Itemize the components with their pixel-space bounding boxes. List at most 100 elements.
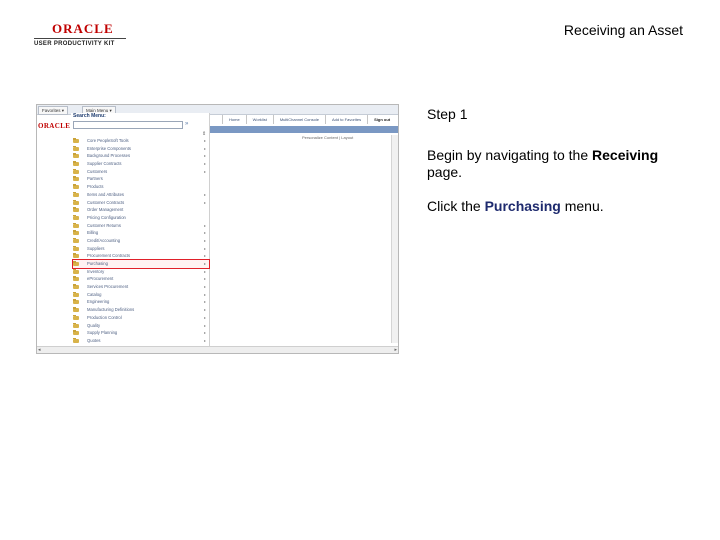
nav-worklist[interactable]: Worklist (245, 115, 273, 124)
folder-icon (73, 138, 79, 143)
menu-item[interactable]: Core PeopleSoft Tools ▸ (73, 137, 209, 145)
menu-search-input[interactable] (73, 121, 183, 129)
submenu-arrow-icon: ▸ (204, 330, 207, 336)
nav-sign-out[interactable]: Sign out (367, 115, 396, 124)
folder-icon (73, 330, 79, 336)
menu-item[interactable]: Supply Planning ▸ (73, 329, 209, 337)
menu-item[interactable]: Products (73, 183, 209, 191)
folder-icon (73, 199, 79, 205)
menu-item[interactable]: Supplier Contracts ▸ (73, 160, 209, 168)
menu-item[interactable]: Background Processes ▸ (73, 152, 209, 160)
slide-title: Receiving an Asset (563, 22, 683, 38)
instruction-text: menu. (560, 198, 604, 214)
folder-icon (73, 337, 79, 343)
menu-item-label: Customer Contracts (87, 199, 125, 205)
menu-item[interactable]: Credit/Accounting ▸ (73, 237, 209, 245)
menu-item[interactable]: Customer Contracts ▸ (73, 199, 209, 207)
folder-icon (73, 291, 79, 297)
screenshot-brand: ORACLE (38, 122, 71, 130)
menu-item[interactable]: Billing ▸ (73, 229, 209, 237)
menu-item-label: Billing (87, 230, 99, 236)
submenu-arrow-icon: ▸ (204, 237, 207, 243)
folder-icon (73, 230, 79, 236)
instruction-paragraph-1: Begin by navigating to the Receiving pag… (427, 147, 697, 181)
submenu-arrow-icon: ▸ (204, 314, 207, 320)
menu-item[interactable]: eProcurement ▸ (73, 275, 209, 283)
folder-icon (73, 284, 79, 290)
menu-item[interactable]: Manufacturing Definitions ▸ (73, 306, 209, 314)
menu-item[interactable]: Procurement Contracts ▸ (73, 252, 209, 260)
submenu-arrow-icon: ▸ (204, 245, 207, 251)
menu-item[interactable]: Partners (73, 175, 209, 183)
scroll-right-icon[interactable]: ▸ (394, 347, 397, 353)
logo-divider (34, 38, 126, 39)
menu-item[interactable]: Customers ▸ (73, 168, 209, 176)
submenu-arrow-icon: ▸ (204, 145, 207, 151)
instruction-paragraph-2: Click the Purchasing menu. (427, 198, 697, 215)
submenu-arrow-icon: ▸ (204, 276, 207, 282)
menu-item-label: Production Control (87, 314, 122, 320)
step-label: Step 1 (427, 106, 468, 122)
menu-item-label: Customers (87, 168, 108, 174)
menu-item[interactable]: Quotes ▸ (73, 337, 209, 345)
screenshot-nav-links: Home Worklist MultiChannel Console Add t… (222, 115, 396, 124)
vertical-scrollbar[interactable] (391, 135, 398, 343)
menu-item-label: Background Processes (87, 153, 131, 159)
menu-item[interactable]: Engineering ▸ (73, 298, 209, 306)
menu-item[interactable]: Catalog ▸ (73, 291, 209, 299)
submenu-arrow-icon: ▸ (204, 138, 207, 143)
submenu-arrow-icon: ▸ (204, 253, 207, 259)
nav-home[interactable]: Home (222, 115, 246, 124)
menu-item[interactable]: Customer Returns ▸ (73, 222, 209, 230)
menu-item[interactable]: Suppliers ▸ (73, 245, 209, 253)
menu-item[interactable]: Order Management (73, 206, 209, 214)
menu-item-label: Suppliers (87, 245, 105, 251)
folder-icon (73, 168, 79, 174)
nav-multichannel[interactable]: MultiChannel Console (272, 115, 325, 124)
menu-item-label: Partners (87, 176, 103, 182)
nav-add-favorites[interactable]: Add to Favorites (324, 115, 367, 124)
menu-item-label: Purchasing (87, 261, 108, 266)
instruction-text: Begin by navigating to the (427, 147, 593, 163)
submenu-arrow-icon: ▸ (204, 307, 207, 313)
submenu-arrow-icon: ▸ (204, 291, 207, 297)
folder-icon (73, 276, 79, 282)
menu-item-label: Supply Planning (87, 330, 118, 336)
menu-item[interactable]: Services Procurement ▸ (73, 283, 209, 291)
menu-search-label: Search Menu: (73, 113, 106, 119)
submenu-arrow-icon: ▸ (204, 322, 207, 328)
menu-item[interactable]: Pricing Configuration (73, 214, 209, 222)
folder-icon (73, 191, 79, 197)
menu-item[interactable]: Inventory ▸ (73, 268, 209, 276)
folder-icon (73, 237, 79, 243)
menu-item-label: Core PeopleSoft Tools (87, 138, 129, 143)
personalize-links[interactable]: Personalize Content | Layout (302, 135, 353, 140)
scroll-left-icon[interactable]: ◂ (38, 347, 41, 353)
folder-icon (73, 207, 79, 213)
logo-upk-text: USER PRODUCTIVITY KIT (34, 41, 115, 47)
folder-icon (73, 322, 79, 328)
menu-item-label: Enterprise Components (87, 145, 131, 151)
menu-item-purchasing[interactable]: Purchasing ▸ (72, 259, 210, 269)
menu-item-label: Inventory (87, 268, 105, 274)
horizontal-scrollbar[interactable]: ◂ ▸ (37, 346, 398, 353)
tab-favorites[interactable]: Favorites ▾ (38, 106, 69, 115)
instructions: Begin by navigating to the Receiving pag… (427, 147, 697, 232)
oracle-upk-logo: ORACLE USER PRODUCTIVITY KIT (34, 22, 126, 48)
menu-item-label: Catalog (87, 291, 102, 297)
submenu-arrow-icon: ▸ (204, 199, 207, 205)
menu-item-label: Customer Returns (87, 222, 121, 228)
submenu-arrow-icon: ▸ (204, 230, 207, 236)
menu-item-label: Manufacturing Definitions (87, 307, 135, 313)
menu-item-label: Products (87, 184, 104, 190)
menu-item[interactable]: Quality ▸ (73, 322, 209, 330)
search-go-icon[interactable]: » (185, 121, 192, 127)
menu-item[interactable]: Items and Attributes ▸ (73, 191, 209, 199)
instruction-text: page. (427, 164, 463, 180)
menu-item[interactable]: Enterprise Components ▸ (73, 145, 209, 153)
folder-icon (73, 184, 79, 190)
receiving-keyword: Receiving (592, 147, 659, 163)
folder-icon (73, 268, 79, 274)
menu-item-label: Supplier Contracts (87, 161, 122, 167)
menu-item[interactable]: Production Control ▸ (73, 314, 209, 322)
